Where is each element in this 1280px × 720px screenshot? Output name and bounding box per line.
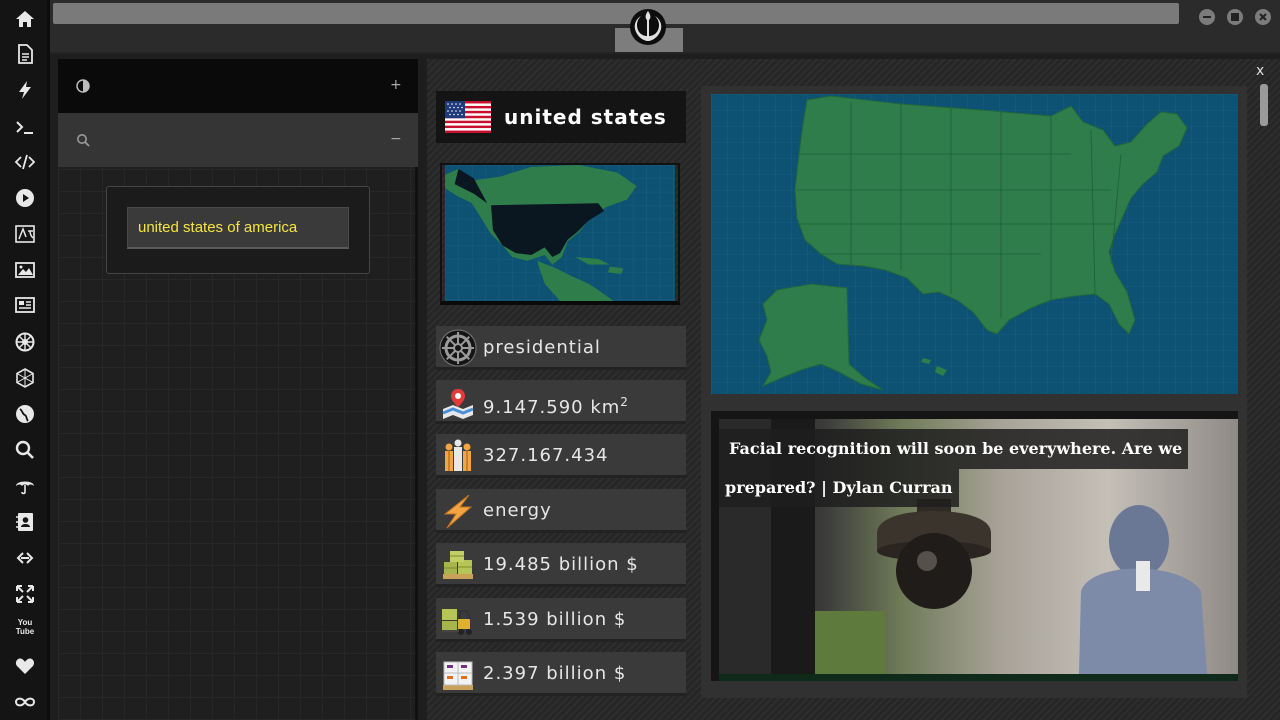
link-icon[interactable] xyxy=(14,547,36,569)
country-header: united states xyxy=(436,91,686,143)
youtube-label: You Tube xyxy=(15,618,35,636)
top-bar xyxy=(50,0,1280,54)
heart-icon[interactable] xyxy=(14,655,36,677)
area-unit-superscript: 2 xyxy=(620,395,629,409)
sector-value: energy xyxy=(483,500,552,521)
translate-icon[interactable] xyxy=(14,223,36,245)
lightning-icon xyxy=(443,494,473,529)
home-icon[interactable] xyxy=(14,8,36,30)
forklift-cargo-icon xyxy=(442,609,472,635)
third-value-row: 2.397 billion $ xyxy=(436,652,686,696)
locator-map[interactable] xyxy=(440,163,680,305)
newspaper-icon[interactable] xyxy=(14,294,36,316)
exports-row: 1.539 billion $ xyxy=(436,598,686,642)
umbrella-icon[interactable] xyxy=(14,475,36,497)
boxes-pallet-icon xyxy=(443,661,473,690)
scrollbar-thumb[interactable] xyxy=(1260,84,1268,126)
close-panel-button[interactable]: x xyxy=(1256,63,1264,79)
government-row: presidential xyxy=(436,326,686,370)
play-icon[interactable] xyxy=(14,187,36,209)
population-value: 327.167.434 xyxy=(483,445,609,466)
address-bar[interactable] xyxy=(53,3,1179,24)
third-value: 2.397 billion $ xyxy=(483,663,627,684)
country-detail-panel: x united states presidential 9.147.590 k… xyxy=(427,59,1280,720)
image-icon[interactable] xyxy=(14,259,36,281)
expand-icon[interactable] xyxy=(14,583,36,605)
search-small-icon[interactable] xyxy=(76,133,90,147)
country-search-input[interactable]: united states of america xyxy=(127,207,349,249)
hexagon-icon[interactable] xyxy=(14,367,36,389)
empire-emblem-icon xyxy=(439,329,477,367)
population-icon xyxy=(445,439,471,471)
area-number: 9.147.590 km xyxy=(483,397,621,418)
area-value: 9.147.590 km2 xyxy=(483,380,629,424)
theme-row[interactable]: + xyxy=(58,59,418,113)
sector-row: energy xyxy=(436,489,686,533)
youtube-icon[interactable]: You Tube xyxy=(14,618,36,640)
video-title-line2: prepared? | Dylan Curran xyxy=(719,469,959,507)
infinity-icon[interactable] xyxy=(14,691,36,713)
expand-plus-icon[interactable]: + xyxy=(390,77,402,93)
video-title-line1: Facial recognition will soon be everywhe… xyxy=(719,429,1189,469)
government-type: presidential xyxy=(483,337,601,358)
search-row[interactable]: − xyxy=(58,113,418,167)
contacts-icon[interactable] xyxy=(14,511,36,533)
terminal-icon[interactable] xyxy=(14,116,36,138)
search-card: united states of america xyxy=(106,186,370,274)
country-name: united states xyxy=(504,105,667,129)
imports-value: 19.485 billion $ xyxy=(483,554,639,575)
close-window-button[interactable] xyxy=(1255,9,1271,25)
empire-icon[interactable] xyxy=(14,331,36,353)
us-flag-icon xyxy=(445,101,491,133)
imports-row: 19.485 billion $ xyxy=(436,543,686,587)
sidebar-panel: + − united states of america xyxy=(58,59,418,720)
minimize-button[interactable] xyxy=(1199,9,1215,25)
population-row: 327.167.434 xyxy=(436,434,686,478)
search-icon[interactable] xyxy=(14,439,36,461)
exports-value: 1.539 billion $ xyxy=(483,609,627,630)
bolt-icon[interactable] xyxy=(14,79,36,101)
collapse-minus-icon[interactable]: − xyxy=(390,131,402,147)
maximize-button[interactable] xyxy=(1227,9,1243,25)
contrast-icon[interactable] xyxy=(76,79,90,93)
video-player[interactable]: Facial recognition will soon be everywhe… xyxy=(711,411,1238,681)
map-pin-icon xyxy=(442,389,474,419)
document-icon[interactable] xyxy=(14,43,36,65)
globe-icon[interactable] xyxy=(14,403,36,425)
area-row: 9.147.590 km2 xyxy=(436,380,686,424)
rebel-alliance-icon xyxy=(630,9,666,45)
code-icon[interactable] xyxy=(14,151,36,173)
left-app-rail: You Tube xyxy=(0,0,50,720)
cargo-pallet-icon xyxy=(443,551,473,579)
country-map[interactable] xyxy=(711,94,1238,394)
